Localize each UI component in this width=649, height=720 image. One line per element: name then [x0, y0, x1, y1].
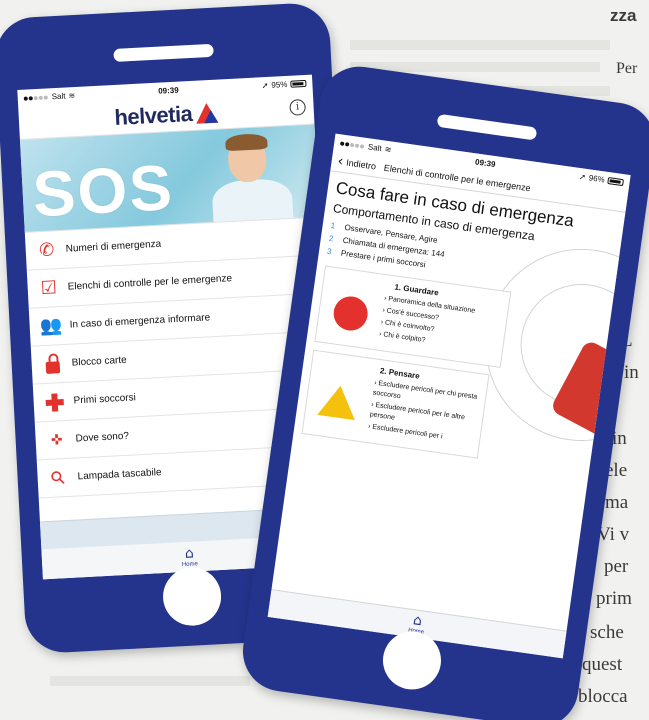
- battery-percent: 96%: [588, 172, 606, 185]
- menu-item-label: In caso di emergenza informare: [69, 312, 211, 331]
- status-time: 09:39: [157, 85, 179, 96]
- chevron-left-icon[interactable]: ‹: [337, 153, 345, 170]
- back-button[interactable]: Indietro: [346, 157, 377, 171]
- emergency-checklist-screen: Salt ≋ 09:39 ➚ 96% ‹ Indietro Elenchi di…: [267, 133, 631, 659]
- menu-item-label: Blocco carte: [71, 354, 127, 369]
- menu-item-label: Dove sono?: [75, 430, 130, 445]
- carrier-name: Salt: [367, 141, 383, 153]
- magazine-text: Per: [616, 60, 638, 77]
- warning-triangle-icon: [317, 383, 360, 421]
- text-line: [350, 40, 610, 50]
- carrier-name: Salt: [51, 91, 66, 101]
- magazine-text: per: [604, 556, 629, 577]
- magazine-text: prim: [596, 588, 632, 609]
- card-items: Panoramica della situazione Cos'è succes…: [378, 294, 476, 354]
- brand-wordmark: helvetia: [113, 100, 193, 130]
- menu-item-label: Elenchi di controlle per le emergenze: [67, 273, 233, 293]
- wifi-icon: ≋: [384, 144, 393, 155]
- wifi-icon: ≋: [68, 90, 76, 100]
- signal-icon: [340, 138, 366, 150]
- phone-icon: ✆: [38, 238, 55, 261]
- checklist-content: Cosa fare in caso di emergenza Comportam…: [293, 171, 626, 480]
- phone-home-button: [161, 566, 223, 628]
- location-arrow-icon: ➚: [261, 80, 269, 90]
- step-number: 2: [328, 233, 334, 244]
- step-number: 1: [330, 220, 336, 231]
- checklist-card-pensare[interactable]: 2. Pensare Escludere pericoli per chi pr…: [301, 349, 490, 459]
- battery-icon: [607, 176, 625, 186]
- magazine-text: blocca: [578, 686, 628, 707]
- magazine-text: in: [624, 362, 639, 383]
- battery-icon: [290, 79, 307, 88]
- speaker-slot: [112, 43, 214, 62]
- text-line: [50, 676, 250, 686]
- menu-item-label: Numeri di emergenza: [65, 238, 162, 255]
- menu-item-label: Primi soccorsi: [73, 392, 137, 407]
- signal-icon: [23, 92, 49, 102]
- magazine-text: Vi v: [597, 524, 630, 545]
- battery-percent: 95%: [271, 79, 288, 90]
- flashlight-icon: ⚲: [46, 465, 71, 490]
- checklist-icon: ☑: [40, 276, 58, 299]
- hero-sos-text: SOS: [30, 151, 176, 231]
- checklist-card-guardare[interactable]: 1. Guardare Panoramica della situazione …: [314, 265, 512, 368]
- info-icon[interactable]: i: [289, 99, 307, 116]
- magazine-text: sche: [590, 622, 624, 643]
- magazine-text: zza: [610, 6, 637, 25]
- card-items: Escludere pericoli per chi presta soccor…: [367, 379, 478, 449]
- people-icon: 👥: [39, 314, 63, 337]
- tab-home-label: Home: [181, 560, 199, 568]
- magazine-text: quest: [582, 654, 623, 675]
- location-arrow-icon: ➚: [578, 171, 587, 182]
- home-icon: ⌂: [412, 612, 424, 630]
- status-time: 09:39: [474, 156, 497, 169]
- step-number: 3: [326, 246, 333, 257]
- first-aid-cross-icon: [43, 390, 66, 413]
- speaker-slot: [436, 113, 538, 141]
- red-circle-icon: [331, 294, 370, 333]
- menu-item-label: Lampada tascabile: [77, 467, 162, 483]
- hero-photo-person: [203, 130, 298, 232]
- location-icon: ✜: [50, 431, 63, 449]
- helvetia-triangle-logo-icon: [195, 102, 219, 124]
- magazine-text: ma: [605, 492, 629, 513]
- lock-icon: [41, 353, 64, 376]
- home-icon: ⌂: [184, 544, 195, 562]
- hero-banner: SOS: [19, 124, 320, 232]
